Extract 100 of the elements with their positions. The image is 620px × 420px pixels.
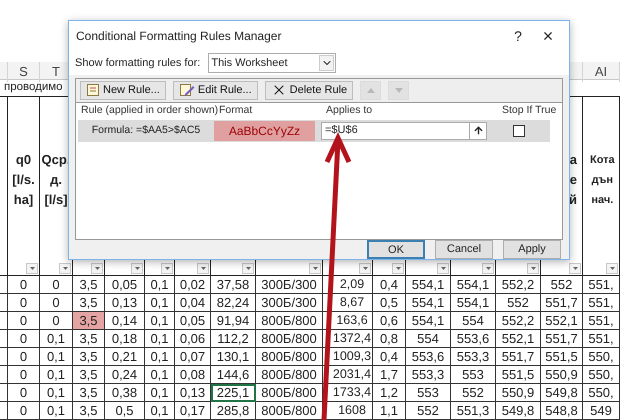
- filter-dropdown-button[interactable]: [569, 263, 581, 274]
- table-cell: 0: [8, 312, 40, 330]
- table-cell: 3,5: [73, 366, 105, 384]
- table-cell: 0,18: [105, 330, 145, 348]
- up-triangle-icon: [366, 88, 375, 92]
- table-cell: 0,02: [175, 276, 211, 294]
- table-cell: 1,2: [373, 384, 406, 402]
- table-cell: 0,1: [145, 276, 175, 294]
- stop-if-true-checkbox[interactable]: [512, 124, 524, 136]
- caret-icon: [62, 267, 68, 270]
- table-cell: 2031,4: [323, 366, 373, 384]
- caret-icon: [246, 267, 250, 270]
- table-cell: 551,7: [541, 330, 583, 348]
- table-cell: 0,24: [105, 366, 145, 384]
- table-cell: 285,8: [211, 402, 256, 420]
- applies-to-field[interactable]: =$U$6: [321, 122, 487, 140]
- table-cell: 550,9: [541, 366, 583, 384]
- caret-icon: [362, 267, 368, 270]
- table-cell: 0,1: [145, 384, 175, 402]
- filter-dropdown-button[interactable]: [161, 263, 173, 274]
- format-preview: AaBbCcYyZz: [214, 120, 315, 140]
- worksheet-dropdown[interactable]: This Worksheet: [208, 53, 336, 74]
- filter-dropdown-button[interactable]: [242, 263, 254, 274]
- table-cell: 554: [406, 330, 451, 348]
- edit-rule-button[interactable]: Edit Rule...: [172, 80, 258, 100]
- delete-rule-button[interactable]: Delete Rule: [264, 80, 354, 100]
- close-button[interactable]: ×: [533, 27, 563, 46]
- collapse-arrow-icon: [472, 125, 484, 136]
- table-cell: 1372,4: [323, 330, 373, 348]
- filter-dropdown-button[interactable]: [59, 263, 71, 274]
- table-cell: 1608: [323, 402, 373, 420]
- table-cell: 1733,4: [323, 384, 373, 402]
- table-cell: 0,17: [175, 402, 211, 420]
- filter-dropdown-button[interactable]: [26, 263, 38, 274]
- table-cell: 551,5: [541, 348, 583, 366]
- table-cell: 800Б/800: [256, 402, 323, 420]
- filter-dropdown-button[interactable]: [437, 263, 449, 274]
- dialog-button[interactable]: Cancel: [435, 240, 493, 259]
- filter-dropdown-button[interactable]: [309, 263, 321, 274]
- table-cell: 552: [406, 402, 451, 420]
- table-cell: 37,58: [211, 276, 256, 294]
- table-cell: 551,5: [496, 366, 541, 384]
- window-title: Conditional Formatting Rules Manager: [76, 28, 282, 46]
- column-heading: а е й: [569, 150, 578, 208]
- filter-dropdown-button[interactable]: [197, 263, 209, 274]
- table-cell: 1009,3: [323, 348, 373, 366]
- column-header: Applies to: [325, 103, 374, 118]
- table-cell: 0,4: [373, 348, 406, 366]
- filter-dropdown-button[interactable]: [606, 263, 618, 274]
- help-button[interactable]: ?: [503, 26, 533, 47]
- table-cell: 553,3: [451, 348, 496, 366]
- filter-dropdown-button[interactable]: [392, 263, 404, 274]
- table-cell: 0,1: [145, 366, 175, 384]
- caret-icon: [396, 267, 400, 270]
- table-cell: 552: [451, 384, 496, 402]
- table-cell: 800Б/800: [256, 312, 323, 330]
- table-cell: 0,21: [105, 348, 145, 366]
- filter-dropdown-button[interactable]: [91, 263, 103, 274]
- dialog-button[interactable]: OK: [367, 240, 425, 259]
- dialog-button[interactable]: Apply: [503, 240, 561, 259]
- filter-dropdown-button[interactable]: [131, 263, 143, 274]
- table-cell: 800Б/800: [256, 348, 323, 366]
- table-cell: 0,1: [40, 384, 73, 402]
- table-cell: 552: [496, 294, 541, 312]
- table-cell: 0,1: [40, 348, 73, 366]
- table-cell: 548,8: [541, 402, 583, 420]
- table-cell: 225,1: [211, 384, 256, 402]
- caret-icon: [30, 267, 34, 270]
- caret-icon: [94, 267, 100, 270]
- table-cell: 300Б/300: [256, 276, 323, 294]
- new-rule-button[interactable]: New Rule...: [80, 80, 166, 100]
- table-cell: 300Б/300: [256, 294, 323, 312]
- filter-dropdown-button[interactable]: [482, 263, 494, 274]
- table-cell: 0,04: [175, 294, 211, 312]
- rule-row[interactable]: Formula: =$AA5>$AC5 AaBbCcYyZz =$U$6: [78, 120, 550, 142]
- table-cell: 553,6: [406, 348, 451, 366]
- table-cell: 3,5: [73, 384, 105, 402]
- table-cell: 3,5: [73, 312, 105, 330]
- caret-icon: [530, 267, 536, 270]
- table-cell: 800Б/800: [256, 366, 323, 384]
- table-cell: 554: [451, 312, 496, 330]
- table-cell: 112,2: [211, 330, 256, 348]
- table-cell: 550,9: [496, 384, 541, 402]
- column-heading: Кота дън нач.: [589, 152, 615, 208]
- table-cell: 552,1: [496, 330, 541, 348]
- table-cell: 800Б/800: [256, 330, 323, 348]
- down-triangle-icon: [394, 88, 403, 92]
- table-cell: 0: [40, 276, 73, 294]
- table-cell: 0,8: [373, 330, 406, 348]
- column-letter: T: [52, 63, 60, 81]
- cell-text: проводимо: [4, 80, 63, 96]
- table-cell: 3,5: [73, 402, 105, 420]
- table-cell: 1,1: [373, 402, 406, 420]
- table-cell: 549,8: [496, 402, 541, 420]
- table-cell: 0,07: [175, 348, 211, 366]
- caret-icon: [200, 267, 206, 270]
- table-cell: 0: [8, 276, 40, 294]
- filter-dropdown-button[interactable]: [527, 263, 539, 274]
- table-cell: 0,1: [40, 366, 73, 384]
- filter-dropdown-button[interactable]: [359, 263, 371, 274]
